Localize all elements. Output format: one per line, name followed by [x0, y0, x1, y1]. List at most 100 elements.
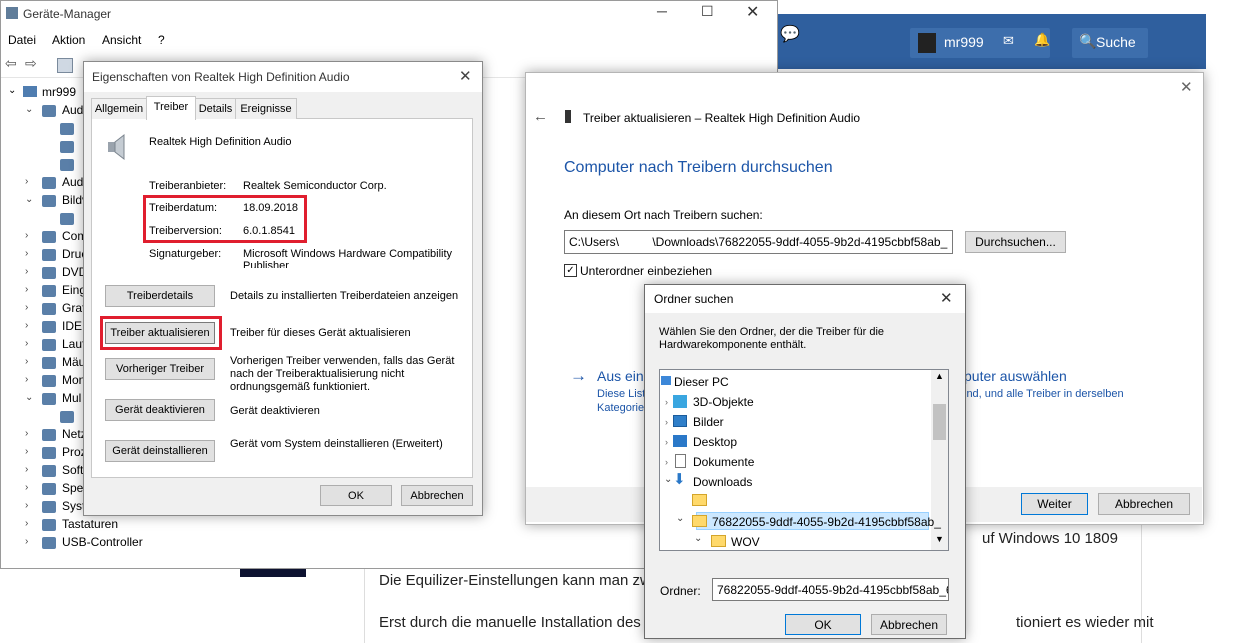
tree-dieser-pc[interactable]: Dieser PC [674, 375, 729, 389]
tree-root[interactable]: mr999 [42, 85, 76, 99]
tree-bilder[interactable]: Bilder [693, 415, 724, 429]
expand-chevron-icon[interactable]: › [25, 302, 28, 313]
collapse-icon[interactable]: ⌄ [664, 474, 672, 485]
expand-chevron-icon[interactable]: › [25, 266, 28, 277]
search-button[interactable]: 🔍 Suche [1072, 28, 1148, 58]
menu-help[interactable]: ? [158, 33, 165, 47]
wizard-cancel-button[interactable]: Abbrechen [1098, 493, 1190, 515]
scroll-down-icon[interactable]: ▼ [935, 534, 944, 544]
properties-icon[interactable] [57, 58, 73, 73]
tree-item[interactable]: Syst [62, 499, 85, 513]
expand-icon[interactable]: › [665, 457, 668, 467]
pick-driver-link-right[interactable]: puter auswählen [964, 368, 1067, 384]
back-arrow-icon[interactable]: ← [533, 108, 548, 125]
expand-chevron-icon[interactable]: › [25, 230, 28, 241]
expand-icon[interactable]: › [665, 397, 668, 407]
uninstall-device-button[interactable]: Gerät deinstallieren [105, 440, 215, 462]
rollback-driver-button[interactable]: Vorheriger Treiber [105, 358, 215, 380]
disable-device-button[interactable]: Gerät deaktivieren [105, 399, 215, 421]
path-combobox[interactable]: C:\Users\ \Downloads\76822055-9ddf-4055-… [564, 230, 953, 254]
folder-icon [711, 535, 726, 547]
close-icon[interactable]: ✕ [459, 67, 472, 85]
article-text-1: uf Windows 10 1809 [982, 530, 1118, 547]
expand-chevron-icon[interactable]: › [25, 428, 28, 439]
device-icon [565, 110, 571, 123]
device-category-icon [42, 285, 56, 297]
expand-chevron-icon[interactable]: › [25, 518, 28, 529]
tree-wov[interactable]: WOV [731, 535, 760, 549]
tree-item[interactable]: Mul [62, 391, 81, 405]
subfolders-checkbox[interactable]: ✓ [564, 264, 577, 277]
expand-chevron-icon[interactable]: › [25, 500, 28, 511]
cancel-button[interactable]: Abbrechen [401, 485, 473, 506]
tree-desktop[interactable]: Desktop [693, 435, 737, 449]
expand-chevron-icon[interactable]: ⌄ [25, 392, 33, 403]
tree-item[interactable]: Aud [62, 175, 83, 189]
bell-icon[interactable]: 🔔 [1034, 32, 1050, 48]
ok-button[interactable]: OK [320, 485, 392, 506]
expand-icon[interactable]: › [665, 417, 668, 427]
device-category-icon [42, 339, 56, 351]
close-icon[interactable]: ✕ [940, 289, 953, 307]
folder-input[interactable]: 76822055-9ddf-4055-9b2d-4195cbbf58ab_695 [712, 578, 949, 601]
expand-chevron-icon[interactable]: ⌄ [25, 194, 33, 205]
tree-selected-folder[interactable]: 76822055-9ddf-4055-9b2d-4195cbbf58ab_ [712, 515, 941, 529]
collapse-icon[interactable]: ⌄ [676, 513, 684, 524]
menu-ansicht[interactable]: Ansicht [102, 33, 141, 47]
minimize-button[interactable]: ─ [657, 3, 667, 19]
expand-chevron-icon[interactable]: › [25, 338, 28, 349]
user-menu[interactable]: mr999 ✉ 🔔 [910, 28, 1050, 58]
tab-allgemein[interactable]: Allgemein [91, 98, 147, 119]
forward-icon[interactable]: ⇨ [25, 55, 37, 72]
tree-downloads[interactable]: Downloads [693, 475, 752, 489]
expand-chevron-icon[interactable]: › [25, 464, 28, 475]
expand-chevron-icon[interactable]: › [25, 248, 28, 259]
expand-chevron-icon[interactable]: › [25, 374, 28, 385]
menu-aktion[interactable]: Aktion [52, 33, 85, 47]
expand-chevron-icon[interactable]: › [25, 284, 28, 295]
close-icon[interactable]: ✕ [1180, 78, 1193, 96]
browse-cancel-button[interactable]: Abbrechen [871, 614, 947, 635]
next-button[interactable]: Weiter [1021, 493, 1088, 515]
tree-item[interactable]: Lauf [62, 337, 85, 351]
driver-details-button[interactable]: Treiberdetails [105, 285, 215, 307]
expand-chevron-icon[interactable]: › [25, 536, 28, 547]
tree-item[interactable]: Graf [62, 301, 85, 315]
maximize-button[interactable]: ☐ [701, 3, 714, 20]
expand-chevron-icon[interactable]: › [25, 356, 28, 367]
update-button-highlight [100, 316, 222, 350]
tree-item[interactable]: USB-Controller [62, 535, 143, 549]
tab-ereignisse[interactable]: Ereignisse [235, 98, 297, 119]
expand-chevron-icon[interactable]: › [25, 446, 28, 457]
tab-details[interactable]: Details [195, 98, 236, 119]
chat-icon[interactable]: 💬 [780, 24, 800, 44]
mail-icon[interactable]: ✉ [1003, 33, 1014, 49]
back-icon[interactable]: ⇦ [5, 55, 17, 72]
expand-chevron-icon[interactable]: ⌄ [25, 104, 33, 115]
tree-dokumente[interactable]: Dokumente [693, 455, 754, 469]
expand-chevron-icon[interactable]: › [25, 176, 28, 187]
scroll-thumb[interactable] [933, 404, 946, 440]
tree-item[interactable]: Mon [62, 373, 85, 387]
menu-datei[interactable]: Datei [8, 33, 36, 47]
computer-icon [23, 86, 37, 97]
browse-button[interactable]: Durchsuchen... [965, 231, 1066, 253]
signer-label: Signaturgeber: [149, 248, 222, 260]
tree-item[interactable]: Tastaturen [62, 517, 118, 531]
expand-chevron-icon[interactable]: › [25, 320, 28, 331]
close-button[interactable]: ✕ [746, 2, 759, 22]
tree-item[interactable]: Soft [62, 463, 83, 477]
tab-treiber[interactable]: Treiber [146, 96, 196, 120]
arrow-link-icon[interactable]: → [570, 366, 587, 386]
pick-driver-link[interactable]: Aus ein [597, 368, 644, 384]
tree-3d-objekte[interactable]: 3D-Objekte [693, 395, 754, 409]
tree-item[interactable]: Aud [62, 103, 83, 117]
expand-icon[interactable]: › [665, 437, 668, 447]
browse-ok-button[interactable]: OK [785, 614, 861, 635]
tree-item[interactable]: Mäu [62, 355, 85, 369]
scroll-up-icon[interactable]: ▲ [935, 371, 944, 381]
expand-chevron-icon[interactable]: › [25, 482, 28, 493]
subfolders-label: Unterordner einbeziehen [580, 264, 713, 278]
root-collapse-icon[interactable]: ⌄ [8, 85, 16, 96]
collapse-icon[interactable]: ⌄ [694, 533, 702, 544]
